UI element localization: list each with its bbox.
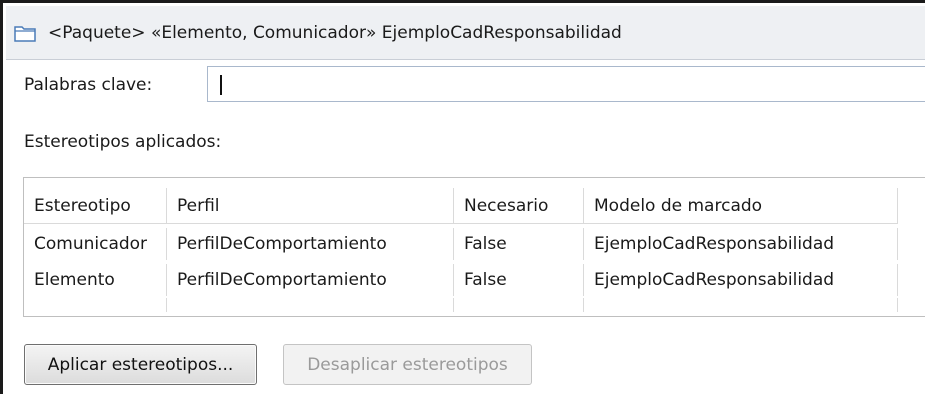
cell-profile: PerfilDeComportamiento	[167, 264, 454, 296]
keywords-input[interactable]	[207, 66, 925, 102]
panel-header: <Paquete> «Elemento, Comunicador» Ejempl…	[6, 6, 925, 60]
empty-cell	[584, 298, 898, 312]
text-caret	[220, 75, 222, 95]
properties-panel: <Paquete> «Elemento, Comunicador» Ejempl…	[0, 0, 925, 394]
cell-markup-model: EjemploCadResponsabilidad	[584, 264, 898, 296]
column-header-stereotype[interactable]: Estereotipo	[24, 188, 167, 223]
cell-stereotype: Comunicador	[24, 228, 167, 260]
cell-required: False	[454, 264, 584, 296]
apply-stereotypes-button[interactable]: Aplicar estereotipos...	[24, 344, 257, 385]
cell-stereotype: Elemento	[24, 264, 167, 296]
table-row[interactable]: Comunicador PerfilDeComportamiento False…	[24, 228, 898, 260]
folder-icon	[14, 25, 36, 42]
cell-markup-model: EjemploCadResponsabilidad	[584, 228, 898, 260]
column-header-profile[interactable]: Perfil	[167, 188, 454, 223]
applied-stereotypes-label: Estereotipos aplicados:	[24, 132, 222, 152]
remove-stereotypes-button[interactable]: Desaplicar estereotipos	[283, 344, 532, 385]
panel-title: <Paquete> «Elemento, Comunicador» Ejempl…	[48, 22, 622, 43]
column-header-required[interactable]: Necesario	[454, 188, 584, 223]
table-header-row: Estereotipo Perfil Necesario Modelo de m…	[24, 188, 898, 224]
table-row[interactable]: Elemento PerfilDeComportamiento False Ej…	[24, 264, 898, 296]
stereotypes-table[interactable]: Estereotipo Perfil Necesario Modelo de m…	[23, 177, 925, 317]
cell-required: False	[454, 228, 584, 260]
empty-cell	[24, 298, 167, 312]
cell-profile: PerfilDeComportamiento	[167, 228, 454, 260]
keywords-label: Palabras clave:	[24, 75, 153, 95]
column-header-markup-model[interactable]: Modelo de marcado	[584, 188, 898, 223]
empty-cell	[454, 298, 584, 312]
table-empty-row	[24, 298, 898, 312]
empty-cell	[167, 298, 454, 312]
